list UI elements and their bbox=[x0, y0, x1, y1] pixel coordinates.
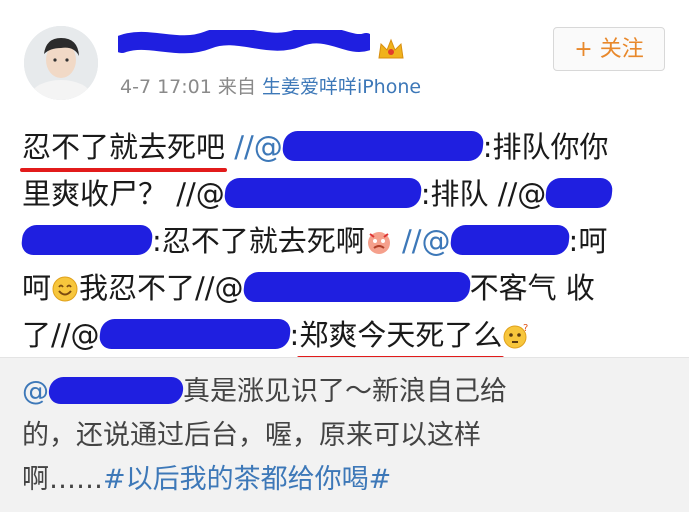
post-segment: 了//@ bbox=[22, 318, 100, 352]
hashtag-topic-link[interactable]: #以后我的茶都给你喝# bbox=[103, 464, 391, 495]
repost-line-1: @ 真是涨见识了～新浪自己给 bbox=[22, 370, 662, 414]
repost-text: @ 真是涨见识了～新浪自己给 的，还说通过后台，喔，原来可以这样 啊……#以后我的… bbox=[22, 370, 662, 502]
reposted-content-box[interactable]: @ 真是涨见识了～新浪自己给 的，还说通过后台，喔，原来可以这样 啊……#以后我的… bbox=[0, 357, 689, 512]
red-underlined-text: 郑爽今天死了么 bbox=[297, 312, 505, 360]
redacted-username bbox=[97, 319, 292, 349]
post-meta: 4-7 17:01 来自 生姜爱咩咩iPhone bbox=[120, 72, 421, 99]
mention-prefix[interactable]: //@ bbox=[393, 224, 451, 258]
post-segment: : bbox=[289, 318, 300, 352]
repost-segment: 真是涨见识了～新浪自己给 bbox=[183, 376, 507, 407]
redacted-username bbox=[241, 272, 472, 302]
angry-face-emoji-icon bbox=[367, 232, 390, 254]
post-line-5: 了//@:郑爽今天死了么? bbox=[22, 312, 682, 360]
redacted-username bbox=[20, 225, 154, 255]
repost-line-2: 的，还说通过后台，喔，原来可以这样 bbox=[22, 420, 481, 451]
thinking-face-emoji-icon: ? bbox=[503, 323, 529, 349]
post-source-link[interactable]: 生姜爱咩咩iPhone bbox=[262, 76, 421, 98]
post-segment: 呵 bbox=[22, 271, 52, 305]
post-time: 4-7 17:01 bbox=[120, 76, 212, 98]
username-redaction bbox=[118, 30, 370, 54]
svg-text:?: ? bbox=[523, 323, 528, 334]
post-segment: 里爽收尸？ //@ bbox=[22, 177, 225, 211]
follow-button[interactable]: + 关注 bbox=[553, 27, 665, 71]
redacted-username bbox=[281, 131, 485, 161]
post-segment: 我忍不了//@ bbox=[79, 271, 244, 305]
redacted-username bbox=[223, 178, 423, 208]
post-line-4: 呵我忍不了//@ 不客气 收 bbox=[22, 265, 682, 312]
source-prefix: 来自 bbox=[217, 76, 256, 98]
post-line-2: 里爽收尸？ //@ :排队 //@ bbox=[22, 171, 682, 218]
repost-line-3: 啊……#以后我的茶都给你喝# bbox=[22, 458, 662, 502]
post-segment: :忍不了就去死啊 bbox=[152, 224, 365, 258]
redacted-username bbox=[448, 225, 571, 255]
smiley-face-emoji-icon bbox=[52, 276, 78, 302]
post-line-3: :忍不了就去死啊 //@ :呵 bbox=[20, 218, 682, 265]
post-line-1: 忍不了就去死吧 //@ :排队你你 bbox=[19, 124, 682, 172]
post-segment: :排队你你 bbox=[482, 130, 609, 164]
redacted-username bbox=[47, 377, 185, 404]
post-segment: :呵 bbox=[568, 224, 608, 258]
vip-crown-icon bbox=[378, 38, 404, 59]
post-header: 4-7 17:01 来自 生姜爱咩咩iPhone + 关注 bbox=[0, 0, 689, 110]
mention-prefix[interactable]: //@ bbox=[225, 130, 283, 164]
repost-segment: 啊…… bbox=[22, 464, 103, 495]
avatar-image bbox=[24, 26, 98, 100]
post-segment: :排队 //@ bbox=[420, 177, 547, 211]
repost-mention[interactable]: @ bbox=[22, 376, 49, 407]
user-avatar[interactable] bbox=[24, 26, 98, 100]
red-underlined-text: 忍不了就去死吧 bbox=[19, 124, 228, 172]
post-segment: 不客气 收 bbox=[469, 271, 595, 305]
redacted-username bbox=[544, 178, 614, 208]
post-body: 忍不了就去死吧 //@:排队你你 里爽收尸？ //@:排队 //@ :忍不了就去… bbox=[19, 124, 682, 360]
